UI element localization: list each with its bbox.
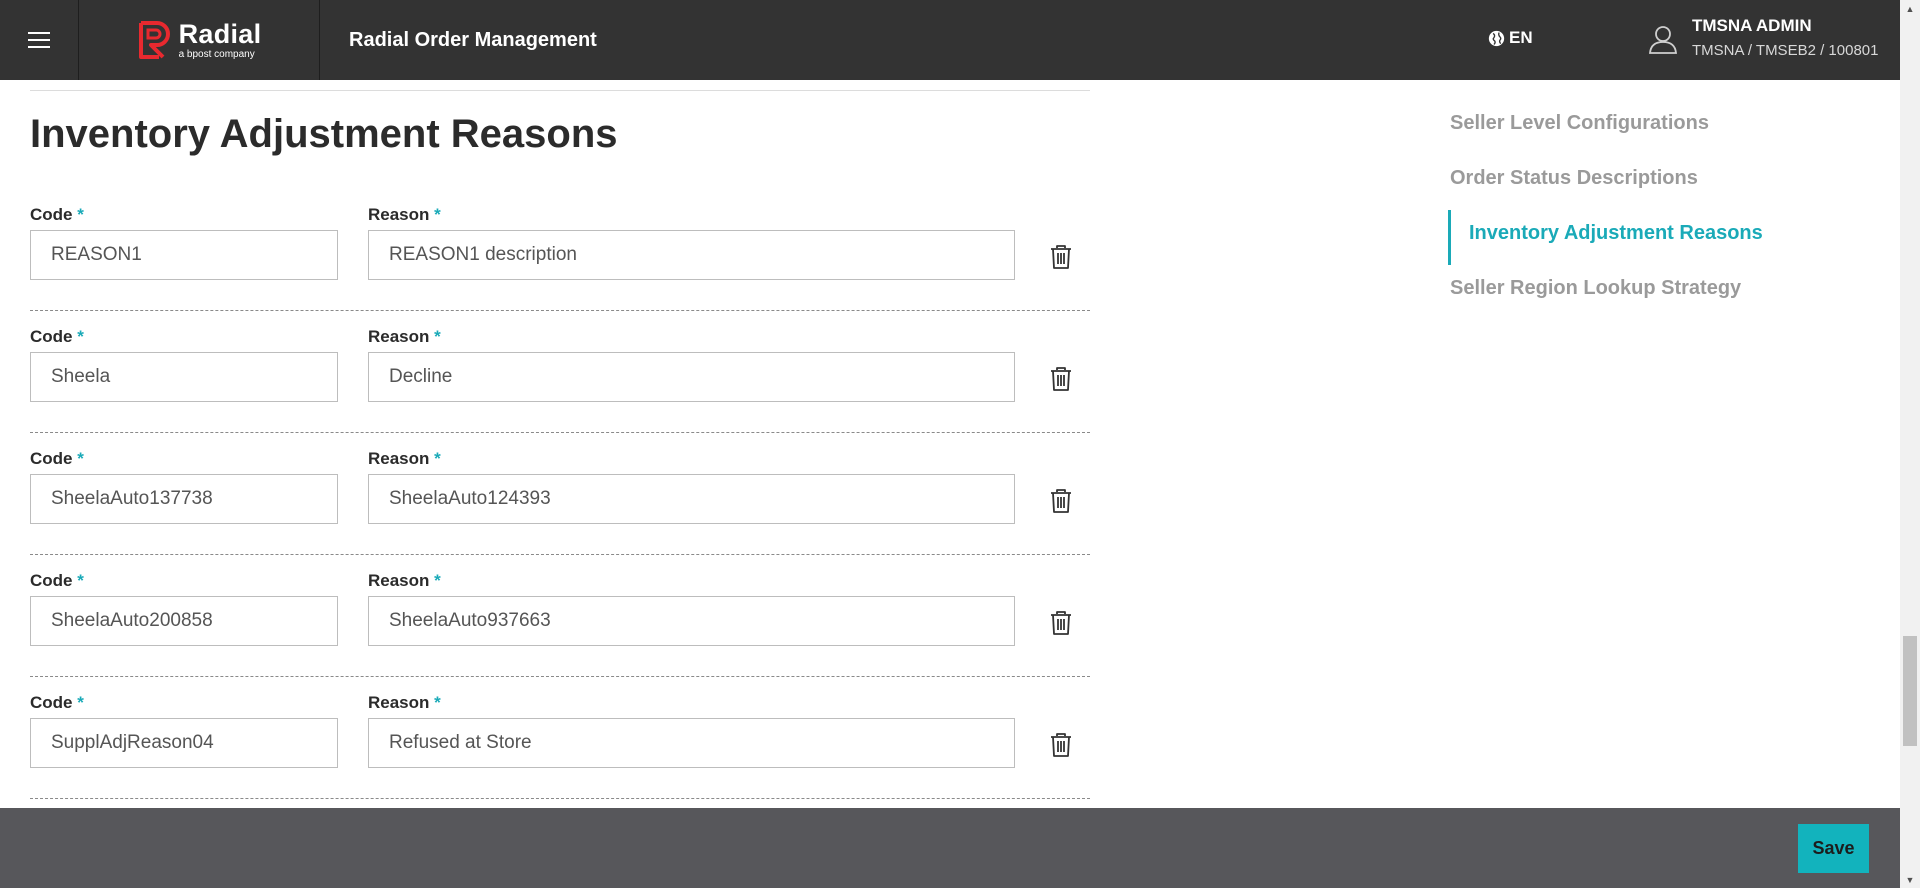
required-marker: * <box>77 205 84 224</box>
brand-logo[interactable]: Radial a bpost company <box>79 0 320 80</box>
section-divider <box>30 90 1090 91</box>
trash-icon[interactable] <box>1050 367 1072 391</box>
globe-icon <box>1488 30 1505 46</box>
reason-input[interactable] <box>368 230 1015 280</box>
nav-item-inventory-adjustment-reasons[interactable]: Inventory Adjustment Reasons <box>1448 210 1868 265</box>
required-marker: * <box>77 449 84 468</box>
nav-item-seller-level-configurations[interactable]: Seller Level Configurations <box>1448 100 1868 155</box>
code-label: Code * <box>30 693 84 712</box>
required-marker: * <box>77 327 84 346</box>
reason-row: Code * Reason * <box>30 311 1090 433</box>
reason-row: Code * Reason * <box>30 202 1090 311</box>
reason-label: Reason * <box>368 693 441 712</box>
user-icon <box>1649 26 1677 54</box>
trash-icon[interactable] <box>1050 611 1072 635</box>
scroll-down-arrow-icon[interactable]: ▼ <box>1900 871 1920 888</box>
brand-tagline: a bpost company <box>178 48 255 60</box>
required-marker: * <box>434 327 441 346</box>
app-title: Radial Order Management <box>349 28 597 51</box>
reason-list: Code * Reason * Code * Reason * Code * R… <box>30 202 1090 799</box>
hamburger-menu-button[interactable] <box>0 0 79 80</box>
trash-icon[interactable] <box>1050 489 1072 513</box>
code-label: Code * <box>30 571 84 590</box>
language-code: EN <box>1509 28 1533 47</box>
reason-input[interactable] <box>368 596 1015 646</box>
trash-icon[interactable] <box>1050 733 1072 757</box>
reason-row: Code * Reason * <box>30 555 1090 677</box>
footer-bar: Save <box>0 808 1900 888</box>
code-input[interactable] <box>30 474 338 524</box>
vertical-scrollbar[interactable]: ▲ ▼ <box>1900 0 1920 888</box>
nav-item-order-status-descriptions[interactable]: Order Status Descriptions <box>1448 155 1868 210</box>
hamburger-icon <box>28 32 50 48</box>
required-marker: * <box>77 571 84 590</box>
reason-row: Code * Reason * <box>30 677 1090 799</box>
reason-label: Reason * <box>368 449 441 468</box>
required-marker: * <box>77 693 84 712</box>
scrollbar-thumb[interactable] <box>1903 636 1917 746</box>
user-name: TMSNA ADMIN <box>1692 16 1812 35</box>
page-title: Inventory Adjustment Reasons <box>30 112 618 156</box>
code-input[interactable] <box>30 596 338 646</box>
language-selector[interactable]: EN <box>1488 28 1533 48</box>
code-label: Code * <box>30 327 84 346</box>
reason-input[interactable] <box>368 718 1015 768</box>
user-menu[interactable]: TMSNA ADMIN TMSNA / TMSEB2 / 100801 <box>1648 16 1878 59</box>
save-button[interactable]: Save <box>1798 824 1869 873</box>
reason-label: Reason * <box>368 571 441 590</box>
required-marker: * <box>434 205 441 224</box>
code-label: Code * <box>30 205 84 224</box>
code-input[interactable] <box>30 230 338 280</box>
code-input[interactable] <box>30 718 338 768</box>
nav-item-seller-region-lookup-strategy[interactable]: Seller Region Lookup Strategy <box>1448 265 1868 320</box>
code-label: Code * <box>30 449 84 468</box>
reason-label: Reason * <box>368 327 441 346</box>
reason-row: Code * Reason * <box>30 433 1090 555</box>
required-marker: * <box>434 449 441 468</box>
top-bar: Radial a bpost company Radial Order Mana… <box>0 0 1900 80</box>
required-marker: * <box>434 693 441 712</box>
user-org-path: TMSNA / TMSEB2 / 100801 <box>1692 42 1879 59</box>
reason-label: Reason * <box>368 205 441 224</box>
scroll-up-arrow-icon[interactable]: ▲ <box>1900 0 1920 17</box>
reason-input[interactable] <box>368 474 1015 524</box>
trash-icon[interactable] <box>1050 245 1072 269</box>
code-input[interactable] <box>30 352 338 402</box>
radial-logo-icon <box>138 21 170 59</box>
required-marker: * <box>434 571 441 590</box>
reason-input[interactable] <box>368 352 1015 402</box>
section-nav: Seller Level Configurations Order Status… <box>1448 100 1868 320</box>
brand-name: Radial <box>178 18 262 49</box>
